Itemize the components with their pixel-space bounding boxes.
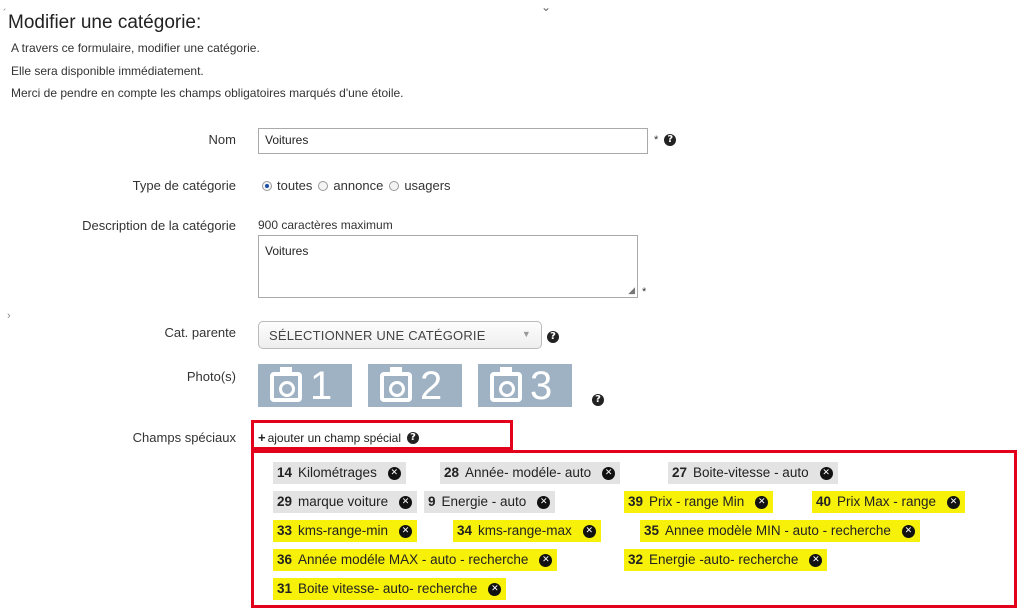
camera-icon [490,367,522,402]
special-field-tag: 27 Boite-vitesse - auto ✕ [668,462,838,484]
page-title: Modifier une catégorie: [8,12,202,33]
tag-name: kms-range-min [298,523,389,538]
special-field-tag: 31 Boite vitesse- auto- recherche ✕ [273,578,507,600]
tag-id: 14 [277,465,293,480]
type-radio-group: toutes annonce usagers [262,178,451,193]
description-textarea[interactable]: Voitures ◢ [258,235,638,298]
description-label: Description de la catégorie [82,218,236,233]
tag-name: Année modéle MAX - auto - recherche [298,552,529,567]
photo-slot-3[interactable]: 3 [478,364,572,407]
special-field-tag: 14 Kilométrages ✕ [273,462,406,484]
tag-name: Prix Max - range [837,494,937,509]
tag-id: 9 [428,494,436,509]
tag-id: 32 [628,552,644,567]
tag-id: 35 [644,523,660,538]
description-hint: 900 caractères maximum [258,218,393,232]
remove-tag-icon[interactable]: ✕ [901,524,915,538]
tag-name: Annee modèle MIN - auto - recherche [665,523,891,538]
photo-slot-1[interactable]: 1 [258,364,352,407]
tag-id: 34 [457,523,473,538]
remove-tag-icon[interactable]: ✕ [947,495,961,509]
radio-usagers[interactable] [389,180,400,191]
remove-tag-icon[interactable]: ✕ [582,524,596,538]
tag-id: 33 [277,523,293,538]
radio-annonce[interactable] [318,180,329,191]
tag-id: 39 [628,494,644,509]
remove-tag-icon[interactable]: ✕ [755,495,769,509]
parent-label: Cat. parente [164,325,236,340]
remove-tag-icon[interactable]: ✕ [539,553,553,567]
nom-label: Nom [208,132,236,147]
help-icon[interactable]: ? [664,134,677,146]
parent-select[interactable]: SÉLECTIONNER UNE CATÉGORIE ▼ [258,321,542,349]
corner-mark: ´ [3,8,7,20]
remove-tag-icon[interactable]: ✕ [537,495,551,509]
tag-name: kms-range-max [478,523,572,538]
radio-toutes-label: toutes [277,178,313,193]
remove-tag-icon[interactable]: ✕ [819,466,833,480]
tag-id: 27 [672,465,688,480]
chevron-down-icon: ▼ [521,329,531,339]
help-icon[interactable]: ? [407,431,420,444]
tag-name: Energie -auto- recherche [649,552,799,567]
special-field-tag: 9 Energie - auto ✕ [424,491,556,513]
tag-id: 28 [444,465,460,480]
remove-tag-icon[interactable]: ✕ [399,495,413,509]
tag-id: 36 [277,552,293,567]
resize-handle-icon[interactable]: ◢ [628,285,635,296]
tag-id: 29 [277,494,293,509]
chevron-down-icon: ⌄ [541,0,552,14]
tag-id: 40 [816,494,832,509]
special-field-tag: 33 kms-range-min ✕ [273,520,418,542]
help-icon[interactable]: ? [547,331,559,343]
special-field-tag: 34 kms-range-max ✕ [453,520,601,542]
remove-tag-icon[interactable]: ✕ [488,582,502,596]
photo-label: Photo(s) [186,369,236,384]
tag-name: marque voiture [298,494,389,509]
radio-usagers-label: usagers [404,178,451,193]
camera-icon [270,367,302,402]
tag-id: 31 [277,581,293,596]
photo-slot-number: 1 [310,364,333,408]
required-star: * [654,134,659,146]
add-special-field-link[interactable]: + ajouter un champ spécial ? [258,430,420,445]
photo-slot-number: 2 [420,364,443,408]
special-field-tag: 39 Prix - range Min ✕ [624,491,774,513]
parent-select-value: SÉLECTIONNER UNE CATÉGORIE [269,328,486,343]
special-field-tag: 28 Année- modéle- auto ✕ [440,462,621,484]
photo-slot-number: 3 [530,364,553,408]
intro-line-3: Merci de pendre en compte les champs obl… [11,86,404,100]
radio-toutes[interactable] [262,180,272,191]
add-special-field-label: ajouter un champ spécial [267,430,402,445]
nom-input[interactable]: Voitures [258,128,648,154]
remove-tag-icon[interactable]: ✕ [809,553,823,567]
required-star: * [642,286,647,298]
tag-name: Année- modéle- auto [465,465,592,480]
help-icon[interactable]: ? [592,394,604,406]
tag-name: Energie - auto [441,494,527,509]
description-value: Voitures [265,244,309,258]
radio-annonce-label: annonce [333,178,384,193]
intro-line-1: A travers ce formulaire, modifier une ca… [11,41,260,55]
tag-name: Boite vitesse- auto- recherche [298,581,478,596]
tag-name: Kilométrages [298,465,377,480]
plus-icon: + [258,430,266,445]
chevron-right-icon: › [7,310,11,322]
special-field-tag: 35 Annee modèle MIN - auto - recherche ✕ [640,520,920,542]
special-fields-label: Champs spéciaux [132,430,236,445]
tag-name: Prix - range Min [649,494,745,509]
remove-tag-icon[interactable]: ✕ [602,466,616,480]
intro-line-2: Elle sera disponible immédiatement. [11,64,204,78]
camera-icon [380,367,412,402]
special-field-tag: 40 Prix Max - range ✕ [812,491,966,513]
photo-slot-2[interactable]: 2 [368,364,462,407]
special-field-tag: 32 Energie -auto- recherche ✕ [624,549,828,571]
remove-tag-icon[interactable]: ✕ [399,524,413,538]
special-field-tag: 29 marque voiture ✕ [273,491,418,513]
special-field-tag: 36 Année modéle MAX - auto - recherche ✕ [273,549,558,571]
remove-tag-icon[interactable]: ✕ [387,466,401,480]
type-label: Type de catégorie [132,178,236,193]
tag-name: Boite-vitesse - auto [693,465,809,480]
